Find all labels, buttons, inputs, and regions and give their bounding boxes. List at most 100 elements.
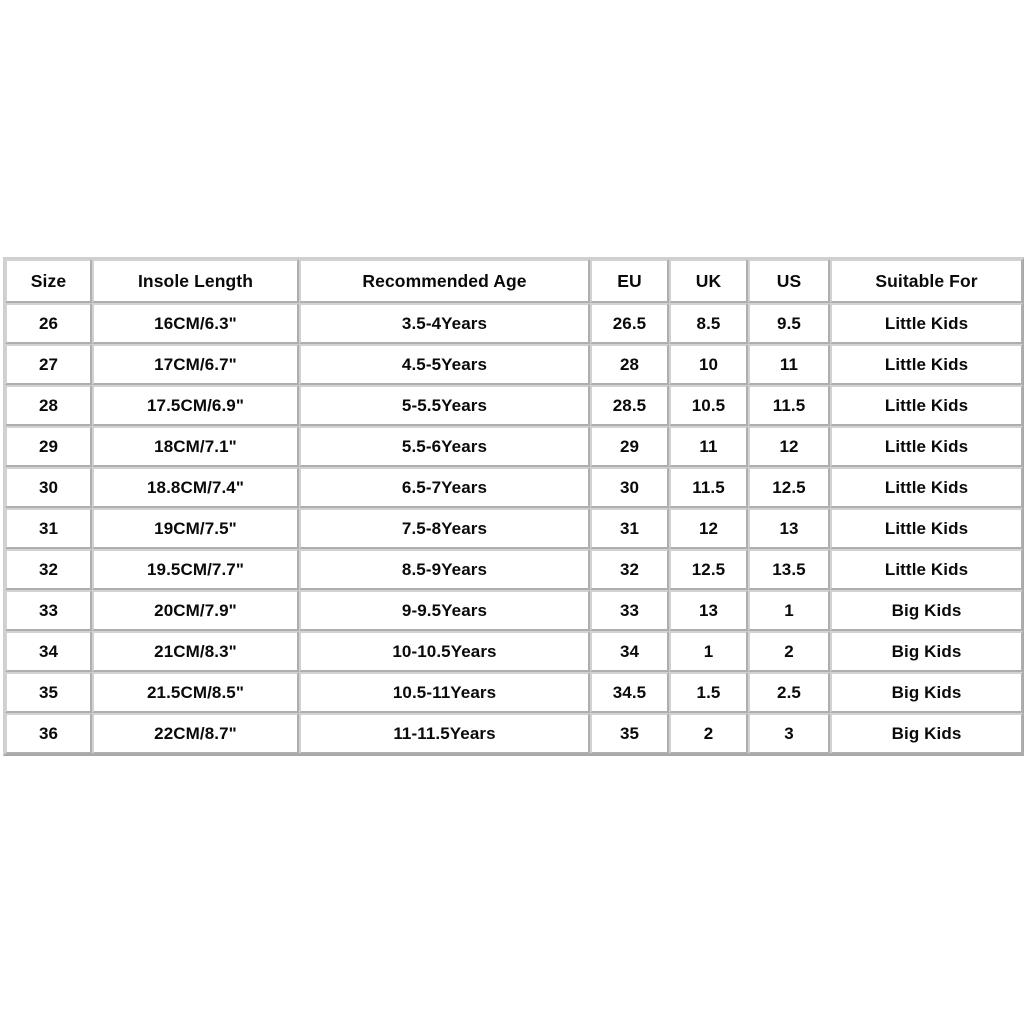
cell-suitable-for: Little Kids — [830, 508, 1023, 549]
cell-us: 1 — [748, 590, 830, 631]
cell-us: 12 — [748, 426, 830, 467]
cell-suitable-for: Big Kids — [830, 672, 1023, 713]
cell-suitable-for: Big Kids — [830, 590, 1023, 631]
cell-recommended-age: 5.5-6Years — [299, 426, 590, 467]
cell-suitable-for: Little Kids — [830, 344, 1023, 385]
cell-suitable-for: Little Kids — [830, 426, 1023, 467]
cell-suitable-for: Little Kids — [830, 385, 1023, 426]
table-row: 32 19.5CM/7.7" 8.5-9Years 32 12.5 13.5 Little … — [5, 549, 1023, 590]
cell-uk: 12 — [669, 508, 748, 549]
cell-eu: 32 — [590, 549, 669, 590]
cell-insole-length: 19CM/7.5" — [92, 508, 299, 549]
cell-suitable-for: Big Kids — [830, 631, 1023, 672]
cell-suitable-for: Little Kids — [830, 467, 1023, 508]
cell-recommended-age: 10.5-11Years — [299, 672, 590, 713]
cell-recommended-age: 3.5-4Years — [299, 303, 590, 344]
cell-suitable-for: Little Kids — [830, 303, 1023, 344]
table-row: 28 17.5CM/6.9" 5-5.5Years 28.5 10.5 11.5 Littl… — [5, 385, 1023, 426]
cell-eu: 28.5 — [590, 385, 669, 426]
cell-us: 12.5 — [748, 467, 830, 508]
cell-uk: 2 — [669, 713, 748, 754]
cell-recommended-age: 7.5-8Years — [299, 508, 590, 549]
cell-size: 31 — [5, 508, 92, 549]
cell-insole-length: 18CM/7.1" — [92, 426, 299, 467]
cell-us: 9.5 — [748, 303, 830, 344]
cell-uk: 8.5 — [669, 303, 748, 344]
table-row: 35 21.5CM/8.5" 10.5-11Years 34.5 1.5 2.5 Big K… — [5, 672, 1023, 713]
cell-us: 13 — [748, 508, 830, 549]
cell-us: 11 — [748, 344, 830, 385]
cell-eu: 34.5 — [590, 672, 669, 713]
cell-uk: 13 — [669, 590, 748, 631]
table-header-row: Size Insole Length Recommended Age EU UK US Su… — [5, 259, 1023, 303]
cell-recommended-age: 11-11.5Years — [299, 713, 590, 754]
column-header-eu: EU — [590, 259, 669, 303]
cell-recommended-age: 9-9.5Years — [299, 590, 590, 631]
cell-insole-length: 17CM/6.7" — [92, 344, 299, 385]
cell-insole-length: 21.5CM/8.5" — [92, 672, 299, 713]
table-row: 29 18CM/7.1" 5.5-6Years 29 11 12 Little Kids — [5, 426, 1023, 467]
cell-insole-length: 17.5CM/6.9" — [92, 385, 299, 426]
column-header-us: US — [748, 259, 830, 303]
cell-uk: 12.5 — [669, 549, 748, 590]
page-canvas: Size Insole Length Recommended Age EU UK US Su… — [0, 0, 1024, 1024]
table-row: 30 18.8CM/7.4" 6.5-7Years 30 11.5 12.5 Little … — [5, 467, 1023, 508]
cell-recommended-age: 5-5.5Years — [299, 385, 590, 426]
cell-insole-length: 21CM/8.3" — [92, 631, 299, 672]
column-header-uk: UK — [669, 259, 748, 303]
cell-eu: 30 — [590, 467, 669, 508]
cell-eu: 35 — [590, 713, 669, 754]
cell-eu: 34 — [590, 631, 669, 672]
cell-us: 11.5 — [748, 385, 830, 426]
cell-insole-length: 20CM/7.9" — [92, 590, 299, 631]
cell-size: 33 — [5, 590, 92, 631]
cell-size: 29 — [5, 426, 92, 467]
size-chart-table: Size Insole Length Recommended Age EU UK US Su… — [3, 257, 1024, 756]
size-chart-body: Size Insole Length Recommended Age EU UK US Su… — [5, 259, 1023, 754]
cell-size: 27 — [5, 344, 92, 385]
cell-size: 35 — [5, 672, 92, 713]
column-header-size: Size — [5, 259, 92, 303]
cell-suitable-for: Little Kids — [830, 549, 1023, 590]
cell-eu: 33 — [590, 590, 669, 631]
cell-eu: 28 — [590, 344, 669, 385]
cell-suitable-for: Big Kids — [830, 713, 1023, 754]
size-chart-container: Size Insole Length Recommended Age EU UK US Su… — [3, 257, 1024, 756]
cell-us: 3 — [748, 713, 830, 754]
cell-size: 28 — [5, 385, 92, 426]
cell-uk: 1.5 — [669, 672, 748, 713]
cell-insole-length: 16CM/6.3" — [92, 303, 299, 344]
cell-uk: 10 — [669, 344, 748, 385]
cell-uk: 10.5 — [669, 385, 748, 426]
cell-eu: 29 — [590, 426, 669, 467]
cell-uk: 11.5 — [669, 467, 748, 508]
table-row: 33 20CM/7.9" 9-9.5Years 33 13 1 Big Kids — [5, 590, 1023, 631]
cell-eu: 26.5 — [590, 303, 669, 344]
cell-us: 2 — [748, 631, 830, 672]
cell-size: 30 — [5, 467, 92, 508]
cell-us: 2.5 — [748, 672, 830, 713]
cell-size: 32 — [5, 549, 92, 590]
cell-uk: 11 — [669, 426, 748, 467]
cell-eu: 31 — [590, 508, 669, 549]
cell-recommended-age: 10-10.5Years — [299, 631, 590, 672]
cell-us: 13.5 — [748, 549, 830, 590]
cell-insole-length: 19.5CM/7.7" — [92, 549, 299, 590]
table-row: 26 16CM/6.3" 3.5-4Years 26.5 8.5 9.5 Little Ki… — [5, 303, 1023, 344]
table-row: 31 19CM/7.5" 7.5-8Years 31 12 13 Little Kids — [5, 508, 1023, 549]
column-header-recommended-age: Recommended Age — [299, 259, 590, 303]
table-row: 34 21CM/8.3" 10-10.5Years 34 1 2 Big Kids — [5, 631, 1023, 672]
cell-size: 26 — [5, 303, 92, 344]
column-header-insole-length: Insole Length — [92, 259, 299, 303]
cell-size: 36 — [5, 713, 92, 754]
cell-uk: 1 — [669, 631, 748, 672]
cell-recommended-age: 6.5-7Years — [299, 467, 590, 508]
column-header-suitable-for: Suitable For — [830, 259, 1023, 303]
cell-recommended-age: 8.5-9Years — [299, 549, 590, 590]
cell-insole-length: 22CM/8.7" — [92, 713, 299, 754]
cell-recommended-age: 4.5-5Years — [299, 344, 590, 385]
cell-size: 34 — [5, 631, 92, 672]
table-row: 27 17CM/6.7" 4.5-5Years 28 10 11 Little Kids — [5, 344, 1023, 385]
cell-insole-length: 18.8CM/7.4" — [92, 467, 299, 508]
table-row: 36 22CM/8.7" 11-11.5Years 35 2 3 Big Kids — [5, 713, 1023, 754]
